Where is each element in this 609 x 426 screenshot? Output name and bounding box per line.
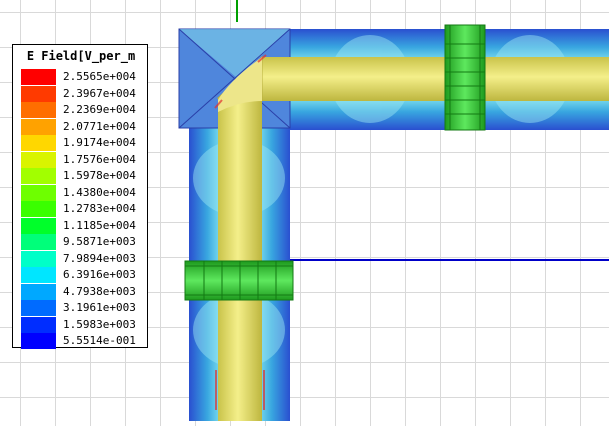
legend-value: 1.1185e+004 xyxy=(63,218,136,232)
legend-value: 1.7576e+004 xyxy=(63,152,136,166)
legend-entry: 4.7938e+003 xyxy=(21,283,145,300)
legend-value: 5.5514e-001 xyxy=(63,334,136,347)
legend-swatch xyxy=(21,135,56,151)
inner-conductor-horizontal xyxy=(262,57,609,101)
legend-swatch xyxy=(21,316,56,333)
legend-value: 1.9174e+004 xyxy=(63,136,136,149)
legend-swatch xyxy=(21,118,56,135)
legend-entry: 5.5514e-001 xyxy=(21,333,145,349)
legend-entry: 2.0771e+004 xyxy=(21,118,145,135)
field-legend[interactable]: E Field[V_per_m 2.5565e+004 2.3967e+004 2.… xyxy=(12,44,148,349)
inner-conductor-vertical xyxy=(218,98,262,421)
legend-entry: 1.2783e+004 xyxy=(21,201,145,217)
legend-value: 2.2369e+004 xyxy=(63,103,136,116)
legend-entry: 1.4380e+004 xyxy=(21,184,145,201)
legend-swatch xyxy=(21,184,56,201)
legend-entry: 7.9894e+003 xyxy=(21,250,145,267)
legend-value: 6.3916e+003 xyxy=(63,268,136,281)
legend-entry: 2.2369e+004 xyxy=(21,102,145,118)
legend-swatch xyxy=(21,151,56,168)
legend-value: 7.9894e+003 xyxy=(63,251,136,265)
legend-title: E Field[V_per_m xyxy=(26,49,136,63)
legend-entry: 2.3967e+004 xyxy=(21,85,145,102)
legend-value: 2.0771e+004 xyxy=(63,119,136,133)
legend-entry: 3.1961e+003 xyxy=(21,300,145,316)
legend-swatch xyxy=(21,217,56,234)
legend-entry: 1.5978e+004 xyxy=(21,168,145,184)
legend-swatch xyxy=(21,201,56,217)
legend-entry: 1.9174e+004 xyxy=(21,135,145,151)
legend-swatch xyxy=(21,69,56,85)
legend-value: 2.5565e+004 xyxy=(63,70,136,83)
legend-value: 3.1961e+003 xyxy=(63,301,136,314)
legend-swatch xyxy=(21,234,56,250)
legend-value: 2.3967e+004 xyxy=(63,86,136,100)
dielectric-sleeve-top xyxy=(444,24,486,131)
legend-value: 4.7938e+003 xyxy=(63,284,136,298)
legend-swatch xyxy=(21,85,56,102)
legend-swatch xyxy=(21,333,56,349)
legend-swatch xyxy=(21,168,56,184)
dielectric-sleeve-left xyxy=(184,260,294,301)
legend-value: 1.5983e+003 xyxy=(63,317,136,331)
legend-swatch xyxy=(21,283,56,300)
legend-swatch xyxy=(21,250,56,267)
legend-swatch xyxy=(21,300,56,316)
legend-entry: 1.7576e+004 xyxy=(21,151,145,168)
legend-swatch xyxy=(21,102,56,118)
legend-entry: 9.5871e+003 xyxy=(21,234,145,250)
legend-entry: 1.5983e+003 xyxy=(21,316,145,333)
legend-value: 1.4380e+004 xyxy=(63,185,136,199)
legend-value: 1.5978e+004 xyxy=(63,169,136,182)
legend-swatch xyxy=(21,267,56,283)
legend-entry: 2.5565e+004 xyxy=(21,69,145,85)
model-viewport[interactable]: E Field[V_per_m 2.5565e+004 2.3967e+004 2.… xyxy=(0,0,609,426)
legend-entry: 1.1185e+004 xyxy=(21,217,145,234)
legend-value: 1.2783e+004 xyxy=(63,202,136,215)
legend-value: 9.5871e+003 xyxy=(63,235,136,248)
legend-entry: 6.3916e+003 xyxy=(21,267,145,283)
